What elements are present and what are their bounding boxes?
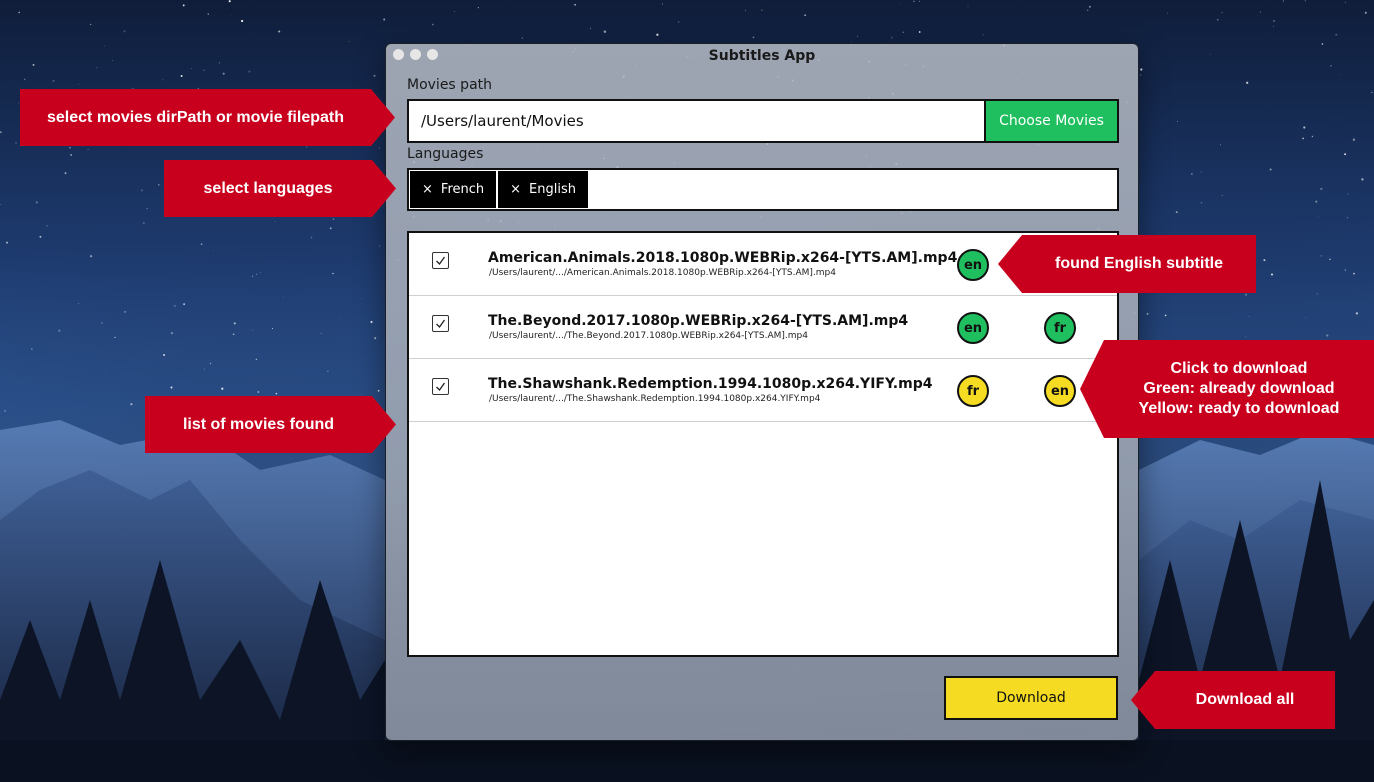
annotation-movie-list: list of movies found — [145, 396, 396, 453]
subtitle-fr-button[interactable]: fr — [1044, 312, 1076, 344]
movies-path-input[interactable] — [409, 101, 984, 141]
annotation-found-subtitle: found English subtitle — [998, 235, 1256, 293]
subtitle-en-button[interactable]: en — [1044, 375, 1076, 407]
languages-label: Languages — [407, 146, 484, 162]
language-chip-french[interactable]: × French — [410, 171, 497, 208]
checkmark-icon — [436, 319, 446, 329]
movie-title: The.Beyond.2017.1080p.WEBRip.x264-[YTS.A… — [488, 313, 909, 329]
app-window: Subtitles App Movies path Choose Movies … — [385, 43, 1139, 741]
movie-row: The.Beyond.2017.1080p.WEBRip.x264-[YTS.A… — [409, 296, 1117, 359]
movie-checkbox[interactable] — [432, 315, 449, 332]
annotation-line: Green: already download — [1143, 380, 1335, 397]
movie-title: The.Shawshank.Redemption.1994.1080p.x264… — [488, 376, 933, 392]
annotation-line: Yellow: ready to download — [1138, 400, 1340, 417]
subtitle-en-button[interactable]: en — [957, 249, 989, 281]
movie-path: /Users/laurent/.../The.Beyond.2017.1080p… — [489, 331, 808, 341]
subtitle-fr-button[interactable]: fr — [957, 375, 989, 407]
language-chip-label: English — [529, 182, 576, 197]
window-title: Subtitles App — [708, 48, 816, 64]
annotation-download-all: Download all — [1131, 671, 1335, 729]
subtitle-en-button[interactable]: en — [957, 312, 989, 344]
annotation-click-download: Click to download Green: already downloa… — [1080, 340, 1374, 438]
movie-checkbox[interactable] — [432, 378, 449, 395]
movies-path-field: Choose Movies — [407, 99, 1119, 143]
remove-french-icon[interactable]: × — [422, 182, 433, 197]
movie-row: The.Shawshank.Redemption.1994.1080p.x264… — [409, 359, 1117, 422]
languages-selector[interactable]: × French × English — [407, 168, 1119, 211]
annotation-movies-path: select movies dirPath or movie filepath — [20, 89, 395, 146]
movies-path-label: Movies path — [407, 77, 493, 93]
download-button[interactable]: Download — [944, 676, 1118, 720]
movie-checkbox[interactable] — [432, 252, 449, 269]
movie-list: American.Animals.2018.1080p.WEBRip.x264-… — [407, 231, 1119, 657]
checkmark-icon — [436, 382, 446, 392]
choose-movies-button[interactable]: Choose Movies — [984, 101, 1117, 141]
language-chip-label: French — [440, 182, 485, 197]
annotation-languages: select languages — [164, 160, 396, 217]
movie-title: American.Animals.2018.1080p.WEBRip.x264-… — [488, 250, 958, 266]
language-chip-english[interactable]: × English — [498, 171, 588, 208]
checkmark-icon — [436, 256, 446, 266]
movie-path: /Users/laurent/.../The.Shawshank.Redempt… — [489, 394, 821, 404]
movie-path: /Users/laurent/.../American.Animals.2018… — [489, 268, 836, 278]
remove-english-icon[interactable]: × — [510, 182, 521, 197]
annotation-line: Click to download — [1170, 360, 1308, 377]
